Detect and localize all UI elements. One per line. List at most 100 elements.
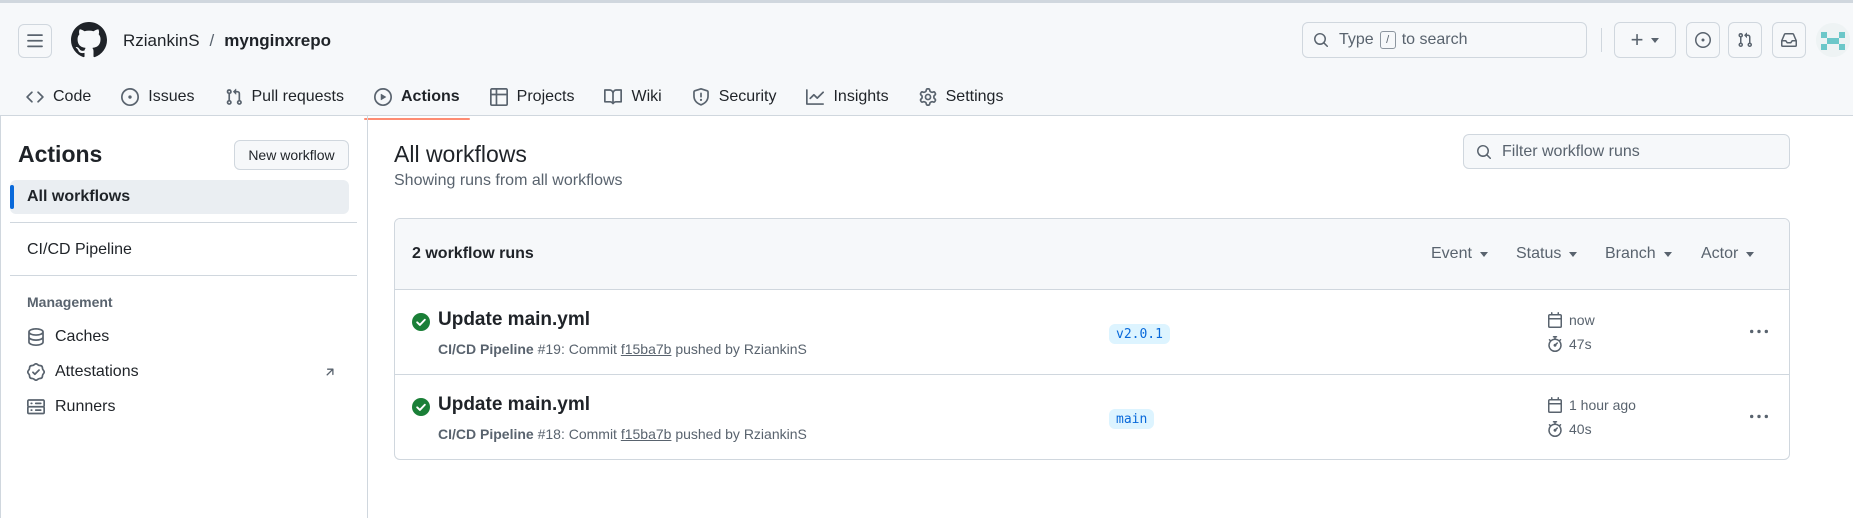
calendar-icon: [1548, 397, 1562, 413]
search-shortcut-key: /: [1379, 31, 1396, 49]
sidebar-item-attestations[interactable]: Attestations: [10, 355, 349, 389]
menu-button[interactable]: [18, 24, 52, 58]
page-title: All workflows: [394, 141, 527, 167]
code-icon: [26, 91, 44, 103]
run-pushed-by: pushed by RziankinS: [675, 426, 807, 442]
filter-label: Branch: [1605, 245, 1656, 262]
issues-button[interactable]: [1686, 22, 1720, 58]
filter-workflow-runs-input[interactable]: Filter workflow runs: [1463, 134, 1790, 169]
sidebar-item-label: Attestations: [55, 363, 139, 380]
kebab-horizontal-icon: [1750, 414, 1768, 419]
tab-projects[interactable]: Projects: [480, 75, 585, 119]
branch-label[interactable]: main: [1109, 409, 1155, 429]
sidebar-item-all-workflows[interactable]: All workflows: [10, 180, 349, 214]
run-commit-text: : Commit: [560, 341, 617, 357]
runs-count: 2 workflow runs: [412, 245, 534, 262]
run-commit-text: : Commit: [560, 426, 617, 442]
sidebar-separator: [10, 275, 357, 276]
identicon-icon: [1816, 23, 1850, 57]
run-time: now: [1569, 312, 1595, 328]
run-title-link[interactable]: Update main.yml: [438, 309, 590, 331]
kebab-horizontal-icon: [1750, 329, 1768, 334]
sidebar-separator: [10, 222, 357, 223]
chevron-down-icon: [1651, 37, 1660, 43]
run-title-link[interactable]: Update main.yml: [438, 394, 590, 416]
search-prefix: Type: [1339, 31, 1374, 48]
tab-insights[interactable]: Insights: [796, 75, 898, 119]
book-icon: [604, 89, 623, 105]
run-meta: CI/CD Pipeline #18: Commit f15ba7b pushe…: [438, 426, 807, 442]
caret-down-icon: [1746, 251, 1755, 257]
tab-label: Insights: [833, 88, 889, 105]
play-icon: [374, 88, 392, 106]
status-filter-dropdown[interactable]: Status: [1516, 245, 1578, 263]
repo-owner-link[interactable]: RziankinS: [123, 31, 200, 51]
inbox-button[interactable]: [1772, 22, 1806, 58]
create-new-button[interactable]: +: [1614, 22, 1676, 58]
tab-pull-requests[interactable]: Pull requests: [215, 75, 355, 119]
hamburger-icon: [27, 34, 43, 48]
user-avatar[interactable]: [1816, 23, 1850, 57]
run-options-button[interactable]: [1747, 320, 1771, 344]
github-logo-icon[interactable]: [71, 22, 107, 58]
run-timing: 1 hour ago 40s: [1547, 395, 1636, 443]
breadcrumb: RziankinS / mynginxrepo: [123, 29, 331, 53]
sidebar-item-cicd-pipeline[interactable]: CI/CD Pipeline: [10, 233, 349, 267]
plus-icon: +: [1630, 27, 1644, 52]
sidebar-item-caches[interactable]: Caches: [10, 320, 349, 354]
filter-placeholder: Filter workflow runs: [1502, 142, 1640, 160]
branch-label[interactable]: v2.0.1: [1109, 324, 1170, 344]
tab-wiki[interactable]: Wiki: [594, 75, 671, 119]
branch-filter-dropdown[interactable]: Branch: [1605, 245, 1672, 263]
search-icon: [1314, 33, 1329, 48]
tab-security[interactable]: Security: [682, 75, 787, 119]
arrow-up-right-icon: [326, 368, 334, 376]
run-duration: 40s: [1569, 421, 1592, 437]
breadcrumb-separator: /: [209, 31, 215, 50]
issue-opened-icon: [1695, 32, 1711, 48]
tab-issues[interactable]: Issues: [111, 75, 204, 119]
gear-icon: [919, 88, 936, 106]
sidebar-item-runners[interactable]: Runners: [10, 390, 349, 424]
caret-down-icon: [1663, 251, 1672, 257]
workflow-runs-list: 2 workflow runs Event Status Branch Acto…: [394, 218, 1790, 460]
workflow-run-row[interactable]: Update main.yml CI/CD Pipeline #19: Comm…: [395, 290, 1789, 375]
check-circle-icon: [412, 398, 430, 416]
workflow-run-row[interactable]: Update main.yml CI/CD Pipeline #18: Comm…: [395, 375, 1789, 459]
header-divider: [1601, 28, 1602, 52]
tab-actions[interactable]: Actions: [364, 75, 470, 120]
run-number: #18: [537, 426, 561, 442]
repo-name-link[interactable]: mynginxrepo: [224, 31, 331, 51]
inbox-icon: [1781, 33, 1797, 47]
new-workflow-button[interactable]: New workflow: [234, 140, 349, 170]
app-header: RziankinS / mynginxrepo Type / to search…: [0, 0, 1853, 120]
runs-list-header: 2 workflow runs Event Status Branch Acto…: [395, 219, 1789, 290]
tab-label: Security: [718, 88, 777, 105]
search-icon: [1477, 144, 1492, 159]
commit-sha-link[interactable]: f15ba7b: [621, 341, 672, 357]
commit-sha-link[interactable]: f15ba7b: [621, 426, 672, 442]
left-border: [0, 116, 1, 518]
issue-icon: [121, 88, 140, 106]
tab-code[interactable]: Code: [16, 75, 101, 119]
sidebar-item-label: All workflows: [27, 188, 131, 205]
tab-label: Code: [53, 88, 92, 105]
filter-label: Actor: [1701, 245, 1739, 262]
verified-icon: [27, 363, 45, 381]
run-number: #19: [537, 341, 561, 357]
tab-label: Pull requests: [251, 88, 345, 105]
pull-requests-button[interactable]: [1728, 22, 1762, 58]
calendar-icon: [1548, 312, 1562, 328]
run-workflow-name: CI/CD Pipeline: [438, 341, 534, 357]
stopwatch-icon: [1548, 336, 1562, 352]
run-options-button[interactable]: [1747, 405, 1771, 429]
actor-filter-dropdown[interactable]: Actor: [1701, 245, 1755, 263]
tab-settings[interactable]: Settings: [909, 75, 1014, 119]
tab-label: Settings: [945, 88, 1004, 105]
global-search-input[interactable]: Type / to search: [1302, 22, 1587, 58]
sidebar-group-title: Management: [27, 294, 113, 310]
event-filter-dropdown[interactable]: Event: [1431, 245, 1488, 263]
database-icon: [28, 328, 44, 346]
run-meta: CI/CD Pipeline #19: Commit f15ba7b pushe…: [438, 341, 807, 357]
tab-label: Projects: [516, 88, 575, 105]
